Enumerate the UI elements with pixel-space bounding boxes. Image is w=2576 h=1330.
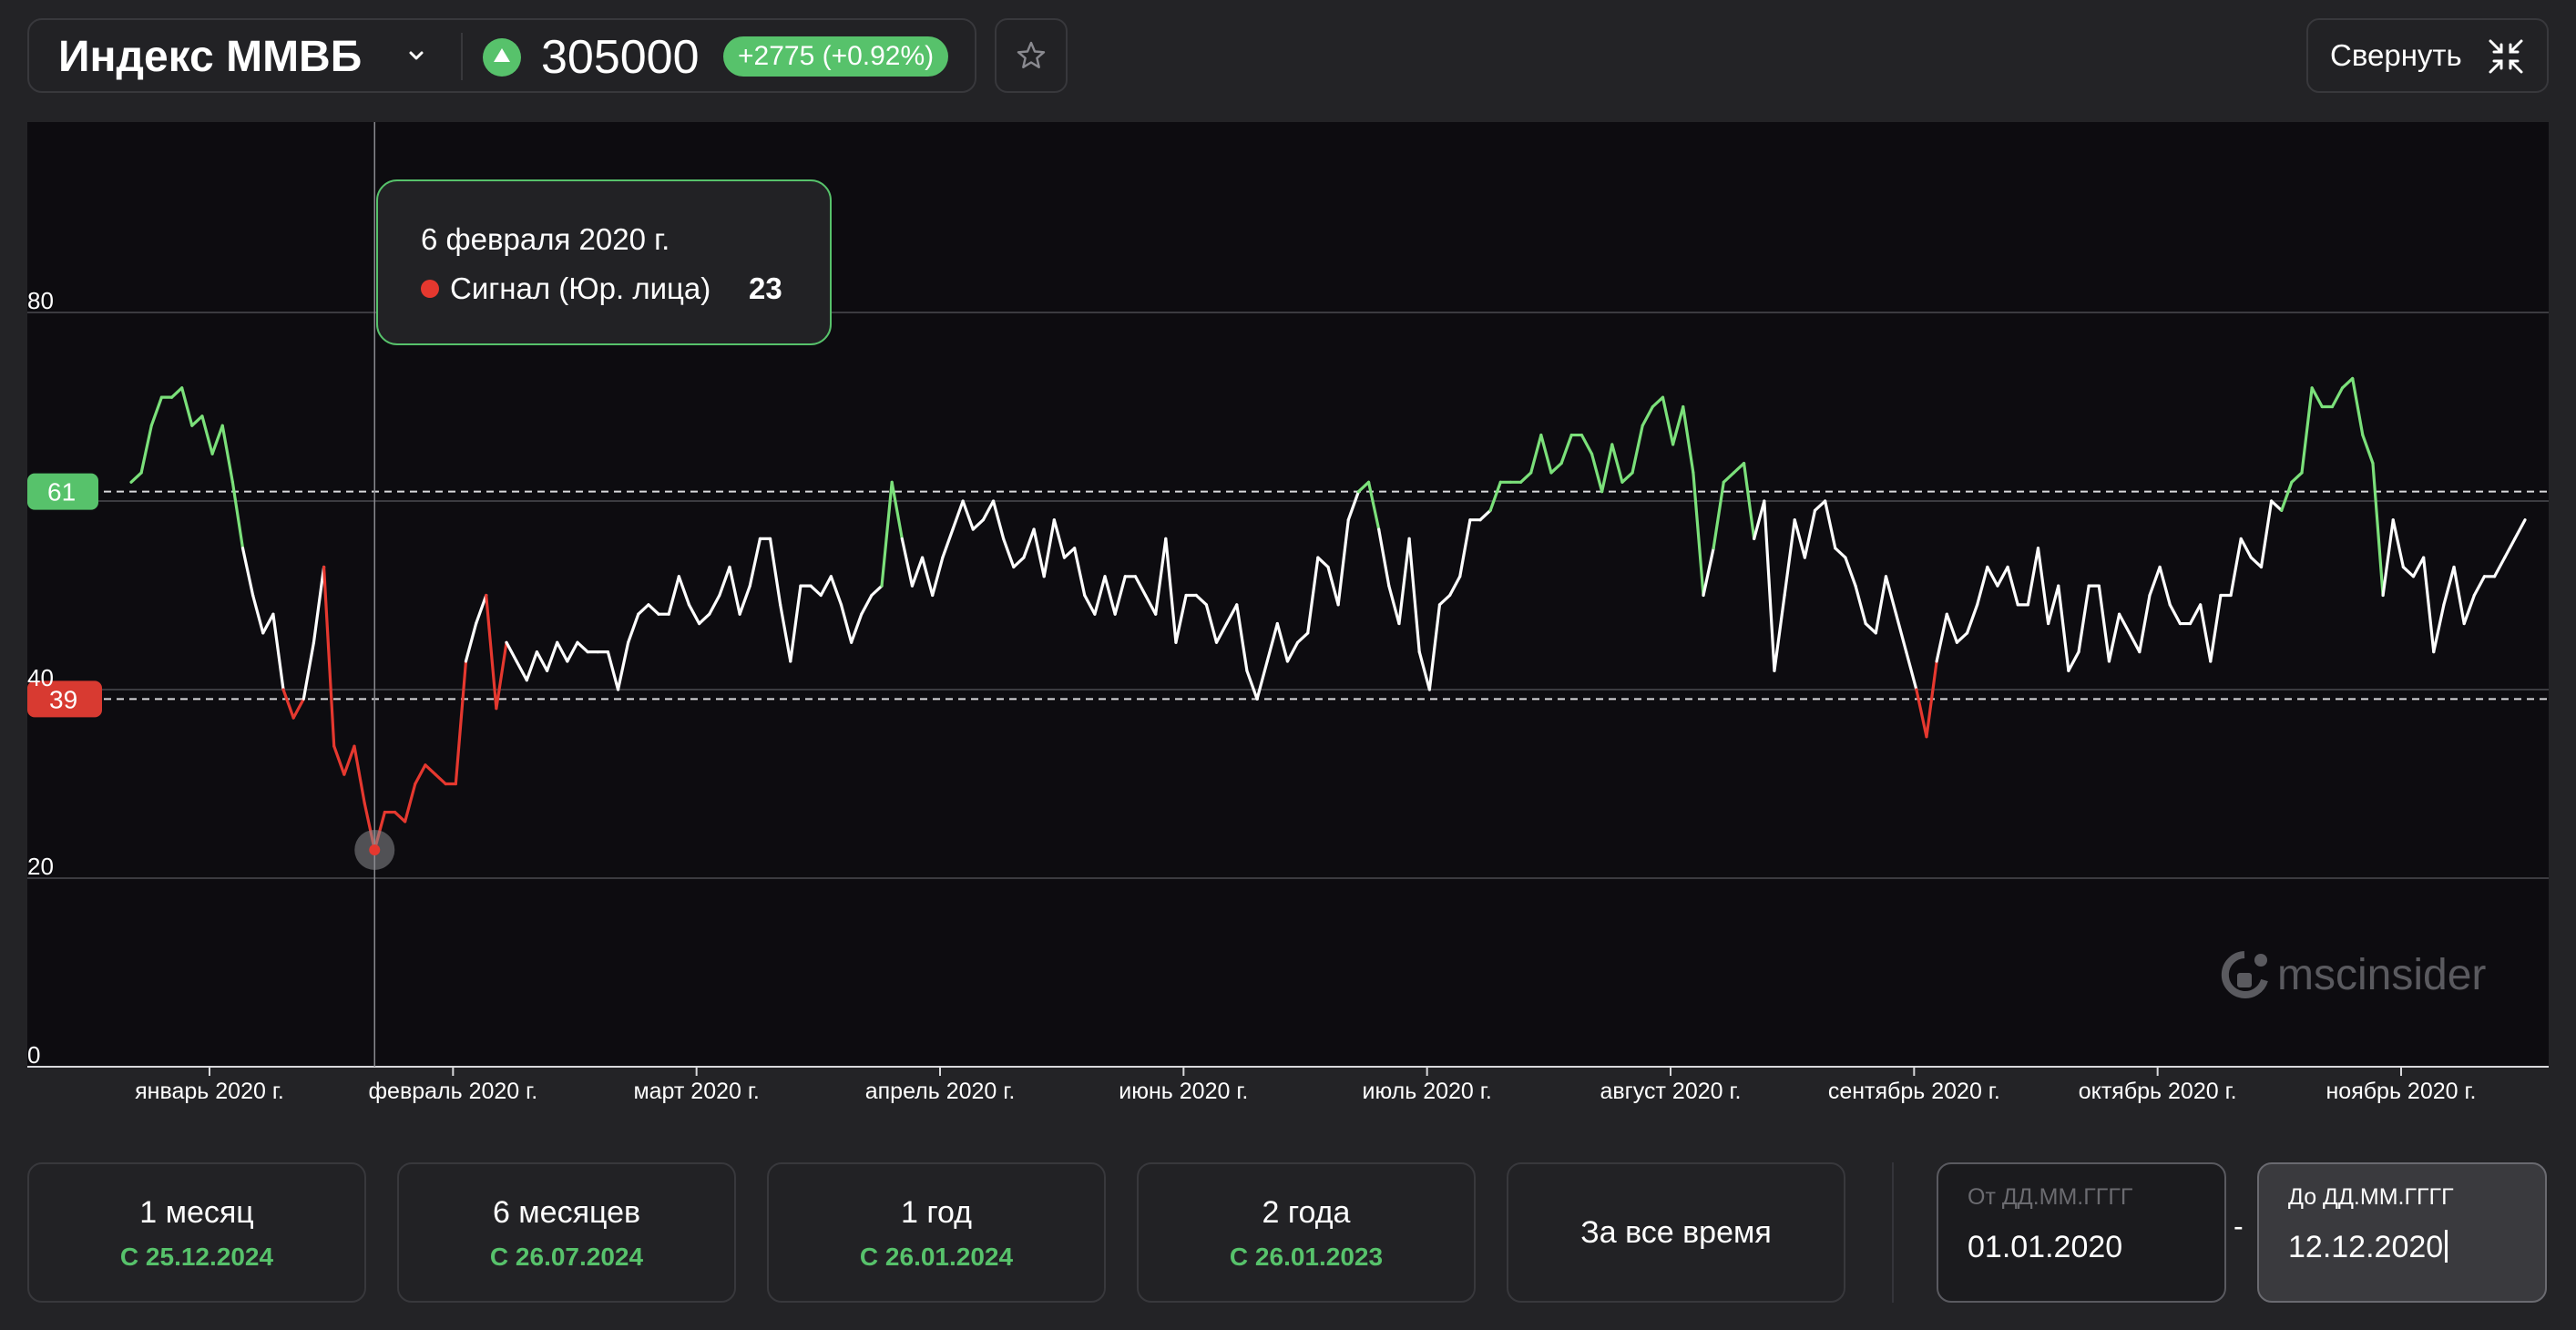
period-all-time[interactable]: За все время: [1507, 1162, 1845, 1303]
header-divider: [461, 33, 463, 80]
date-to-value: 12.12.2020: [2288, 1230, 2444, 1264]
period-since: С 26.01.2023: [1229, 1243, 1384, 1271]
x-tick-label: апрель 2020 г.: [865, 1079, 1016, 1104]
period-name: 2 года: [1262, 1195, 1351, 1230]
date-to-input[interactable]: 12.12.2020: [2288, 1230, 2448, 1265]
change-badge: +2775 (+0.92%): [723, 36, 949, 77]
x-tick-label: сентябрь 2020 г.: [1828, 1079, 2000, 1104]
period-6-months[interactable]: 6 месяцев С 26.07.2024: [397, 1162, 736, 1303]
index-selector: Индекс ММВБ 305000 +2775 (+0.92%): [27, 18, 976, 93]
tooltip-series-name: Сигнал (Юр. лица): [450, 271, 710, 305]
collapse-arrows-icon: [2489, 39, 2523, 74]
signal-chart[interactable]: 6139 0204080 январь 2020 г. февраль 2020 …: [27, 122, 2549, 1115]
period-name: 1 год: [900, 1195, 972, 1230]
date-to-label: До ДД.ММ.ГГГГ: [2288, 1184, 2454, 1210]
date-from-label: От ДД.ММ.ГГГГ: [1968, 1184, 2133, 1210]
y-tick-label: 40: [27, 664, 54, 691]
x-tick-label: октябрь 2020 г.: [2079, 1079, 2237, 1104]
y-tick-label: 20: [27, 853, 54, 880]
index-value: 305000: [541, 31, 700, 84]
text-caret: [2445, 1230, 2448, 1263]
x-tick-label: июнь 2020 г.: [1119, 1079, 1248, 1104]
date-to-field[interactable]: До ДД.ММ.ГГГГ 12.12.2020: [2257, 1162, 2547, 1303]
period-since: С 26.07.2024: [489, 1243, 644, 1271]
period-name: 6 месяцев: [492, 1195, 641, 1230]
tooltip-date: 6 февраля 2020 г.: [421, 222, 670, 256]
period-name: За все время: [1580, 1215, 1772, 1250]
tooltip-value: 23: [749, 271, 782, 305]
period-1-year[interactable]: 1 год С 26.01.2024: [767, 1162, 1106, 1303]
collapse-button[interactable]: Свернуть: [2306, 18, 2549, 93]
x-tick-label: ноябрь 2020 г.: [2326, 1079, 2476, 1104]
date-separator: -: [2234, 1210, 2244, 1243]
y-tick-label: 0: [27, 1041, 40, 1069]
period-2-years[interactable]: 2 года С 26.01.2023: [1137, 1162, 1476, 1303]
x-tick-label: февраль 2020 г.: [368, 1079, 537, 1104]
date-from-value: 01.01.2020: [1968, 1230, 2123, 1264]
x-tick-label: март 2020 г.: [633, 1079, 759, 1104]
period-since: С 25.12.2024: [119, 1243, 274, 1271]
arrow-up-icon: [483, 38, 521, 77]
y-tick-label: 80: [27, 287, 54, 314]
date-from-field[interactable]: От ДД.ММ.ГГГГ 01.01.2020: [1937, 1162, 2226, 1303]
index-name[interactable]: Индекс ММВБ: [58, 32, 362, 82]
upper-threshold-value: 61: [47, 478, 76, 506]
watermark-text: mscinsider: [2277, 951, 2486, 999]
x-tick-label: август 2020 г.: [1600, 1079, 1742, 1104]
favorite-button[interactable]: [995, 18, 1068, 93]
x-tick-label: январь 2020 г.: [135, 1079, 284, 1104]
star-icon: [1017, 41, 1046, 68]
period-name: 1 месяц: [139, 1195, 254, 1230]
period-1-month[interactable]: 1 месяц С 25.12.2024: [27, 1162, 366, 1303]
filters-divider: [1892, 1162, 1894, 1303]
period-since: С 26.01.2024: [859, 1243, 1014, 1271]
x-tick-label: июль 2020 г.: [1363, 1079, 1492, 1104]
collapse-label: Свернуть: [2330, 38, 2462, 72]
tooltip-series-dot: [421, 280, 439, 298]
chevron-down-icon[interactable]: [403, 42, 430, 69]
chart-tooltip: 6 февраля 2020 г. Сигнал (Юр. лица) 23: [376, 179, 832, 345]
highlighted-point: [369, 844, 381, 855]
